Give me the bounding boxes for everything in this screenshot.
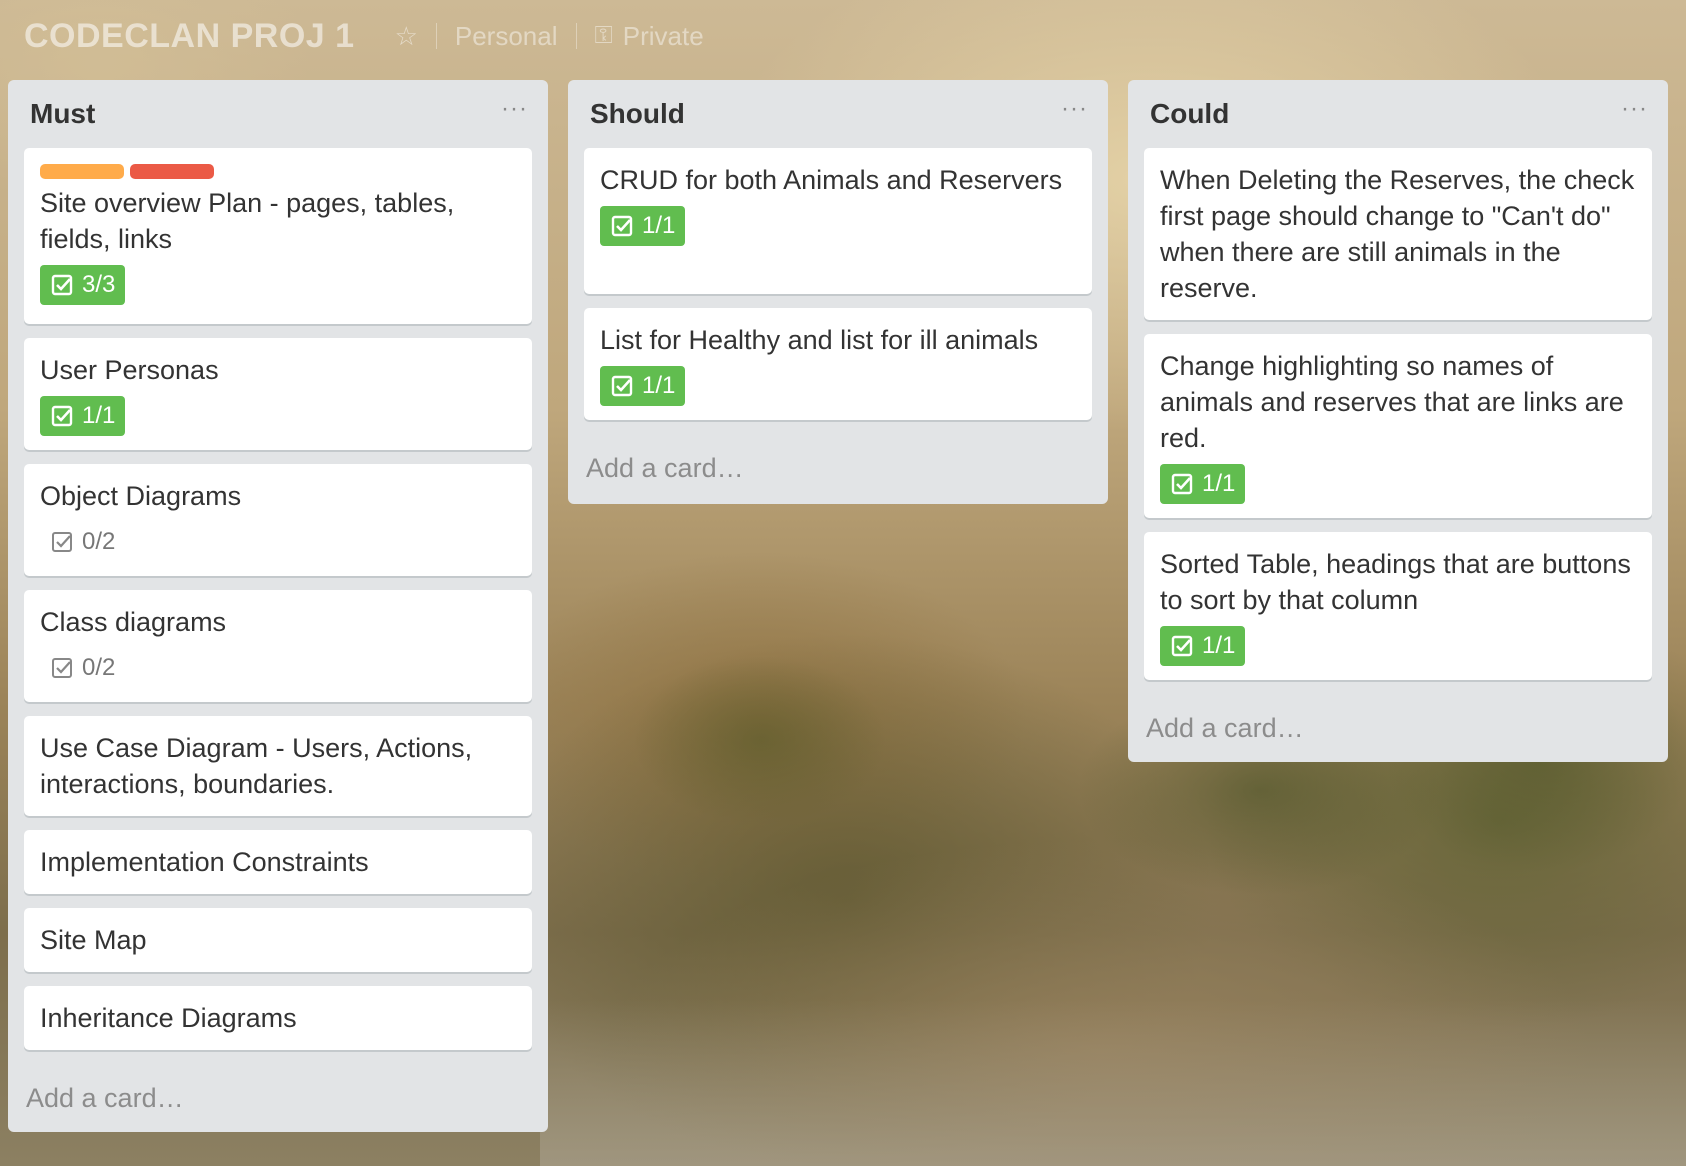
- list-menu-icon[interactable]: ···: [501, 97, 528, 121]
- card[interactable]: User Personas 1/1: [24, 338, 532, 450]
- visibility-button[interactable]: ⚿ Private: [595, 21, 704, 52]
- checklist-badge: 1/1: [600, 206, 686, 246]
- card-title: Use Case Diagram - Users, Actions, inter…: [40, 733, 473, 799]
- list-title[interactable]: Could: [1150, 98, 1229, 130]
- checkbox-icon: [51, 274, 73, 296]
- list-header: Must ···: [24, 80, 532, 148]
- checklist-count: 1/1: [642, 372, 676, 399]
- checklist-count: 1/1: [642, 212, 676, 239]
- card-title: User Personas: [40, 355, 219, 385]
- lock-icon: ⚿: [594, 22, 613, 49]
- list-menu-icon[interactable]: ···: [1621, 97, 1648, 121]
- checklist-count: 3/3: [82, 271, 116, 298]
- checkbox-icon: [52, 532, 72, 552]
- checklist-badge: 1/1: [600, 366, 686, 406]
- checklist-badge: 3/3: [40, 265, 126, 305]
- checklist-count: 1/1: [1202, 470, 1236, 497]
- checklist-count: 0/2: [82, 528, 116, 555]
- background-water: [540, 1000, 1686, 1166]
- card[interactable]: Class diagrams 0/2: [24, 590, 532, 702]
- checklist-badge: 0/2: [40, 648, 125, 688]
- add-card-button[interactable]: Add a card…: [1144, 694, 1652, 762]
- card[interactable]: Sorted Table, headings that are buttons …: [1144, 532, 1652, 680]
- card[interactable]: Site overview Plan - pages, tables, fiel…: [24, 148, 532, 324]
- card-title: CRUD for both Animals and Reservers: [600, 165, 1063, 195]
- card-title: List for Healthy and list for ill animal…: [600, 325, 1039, 355]
- card[interactable]: Use Case Diagram - Users, Actions, inter…: [24, 716, 532, 816]
- label-red[interactable]: [130, 164, 214, 179]
- list-should: Should ··· CRUD for both Animals and Res…: [568, 80, 1108, 504]
- checklist-badge: 1/1: [1160, 626, 1246, 666]
- team-label: Personal: [454, 20, 558, 51]
- card-title: Sorted Table, headings that are buttons …: [1160, 549, 1631, 615]
- card-title: Site Map: [40, 925, 147, 955]
- card-title: When Deleting the Reserves, the check fi…: [1160, 165, 1635, 303]
- checklist-count: 1/1: [1202, 632, 1236, 659]
- list-menu-icon[interactable]: ···: [1061, 97, 1088, 121]
- list-header: Should ···: [584, 80, 1092, 148]
- card[interactable]: CRUD for both Animals and Reservers 1/1: [584, 148, 1092, 294]
- checkbox-icon: [1171, 635, 1193, 657]
- checklist-count: 0/2: [82, 654, 116, 681]
- checkbox-icon: [1171, 473, 1193, 495]
- checkbox-icon: [611, 215, 633, 237]
- card-title: Inheritance Diagrams: [40, 1003, 297, 1033]
- checklist-badge: 1/1: [40, 396, 126, 436]
- list-must: Must ··· Site overview Plan - pages, tab…: [8, 80, 548, 1132]
- list-header: Could ···: [1144, 80, 1652, 148]
- board-header: CODECLAN PROJ 1 ☆ Personal ⚿ Private: [0, 0, 1686, 72]
- card[interactable]: Site Map: [24, 908, 532, 972]
- card-title: Class diagrams: [40, 607, 227, 637]
- board-title[interactable]: CODECLAN PROJ 1: [24, 17, 355, 56]
- card[interactable]: List for Healthy and list for ill animal…: [584, 308, 1092, 420]
- header-divider: [435, 23, 437, 49]
- checkbox-icon: [51, 405, 73, 427]
- list-title[interactable]: Must: [30, 98, 95, 130]
- card-title: Change highlighting so names of animals …: [1160, 351, 1624, 453]
- card[interactable]: Change highlighting so names of animals …: [1144, 334, 1652, 518]
- checkbox-icon: [52, 658, 72, 678]
- team-button[interactable]: Personal: [455, 21, 558, 52]
- list-title[interactable]: Should: [590, 98, 685, 130]
- header-divider: [575, 23, 577, 49]
- label-orange[interactable]: [40, 164, 124, 179]
- card-title: Site overview Plan - pages, tables, fiel…: [40, 188, 455, 254]
- visibility-label: Private: [622, 20, 704, 51]
- card-labels: [40, 164, 516, 179]
- add-card-button[interactable]: Add a card…: [24, 1064, 532, 1132]
- card-title: Implementation Constraints: [40, 847, 369, 877]
- checklist-badge: 0/2: [40, 522, 125, 562]
- checklist-count: 1/1: [82, 402, 116, 429]
- card[interactable]: When Deleting the Reserves, the check fi…: [1144, 148, 1652, 320]
- card[interactable]: Implementation Constraints: [24, 830, 532, 894]
- checklist-badge: 1/1: [1160, 464, 1246, 504]
- add-card-button[interactable]: Add a card…: [584, 434, 1092, 502]
- list-could: Could ··· When Deleting the Reserves, th…: [1128, 80, 1668, 762]
- checkbox-icon: [611, 375, 633, 397]
- star-icon[interactable]: ☆: [395, 21, 418, 52]
- card-title: Object Diagrams: [40, 481, 242, 511]
- card[interactable]: Object Diagrams 0/2: [24, 464, 532, 576]
- card[interactable]: Inheritance Diagrams: [24, 986, 532, 1050]
